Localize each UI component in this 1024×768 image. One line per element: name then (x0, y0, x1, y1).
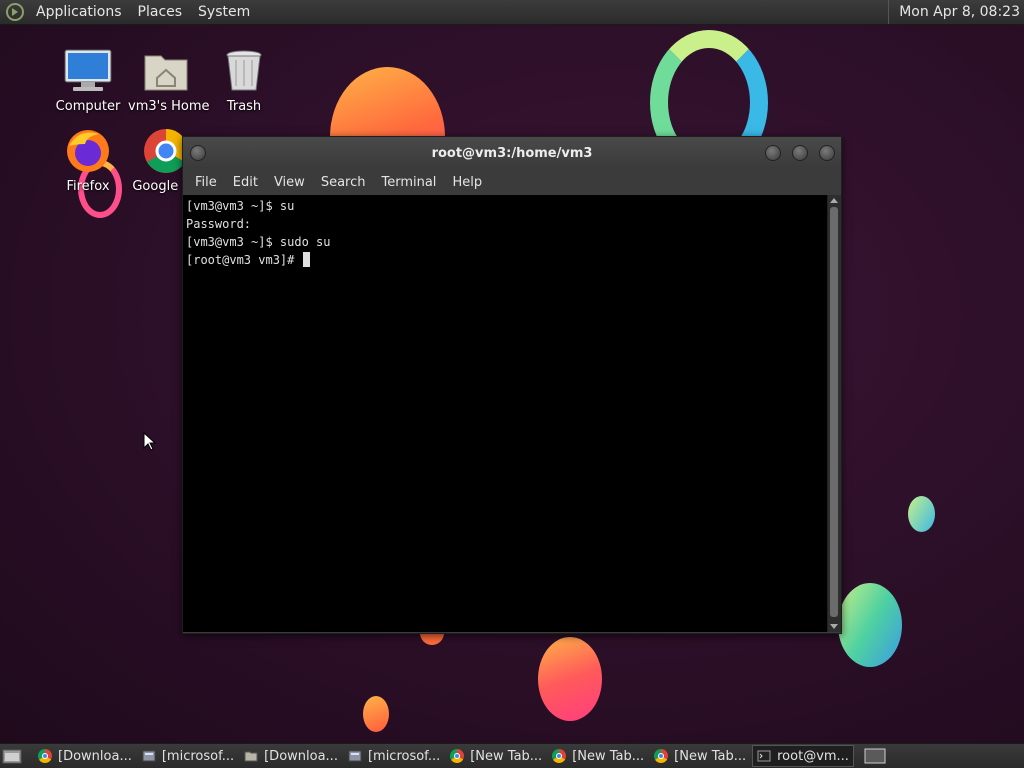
wallpaper-blob (363, 696, 389, 732)
terminal-prompt: [root@vm3 vm3]# (186, 253, 302, 267)
menu-terminal[interactable]: Terminal (373, 175, 444, 190)
distro-logo-icon[interactable] (6, 3, 24, 21)
desktop-icon-label: vm3's Home (128, 99, 210, 114)
desktop-icon-label: Trash (226, 99, 262, 114)
menu-places[interactable]: Places (130, 4, 191, 20)
file-manager-icon (348, 750, 362, 762)
taskbar-item[interactable]: [Downloa... (240, 745, 342, 767)
folder-icon (244, 751, 258, 762)
terminal-prompt-line: [root@vm3 vm3]# (186, 251, 827, 269)
taskbar-item[interactable]: [New Tab... (548, 745, 648, 767)
desktop-icon-label: Computer (55, 99, 121, 114)
chrome-icon (450, 749, 465, 763)
desktop-icon-home[interactable]: vm3's Home (128, 45, 210, 114)
desktop-icon-label: Firefox (66, 179, 110, 194)
firefox-icon (62, 125, 114, 177)
taskbar-item-label: [microsof... (367, 748, 441, 764)
menu-help[interactable]: Help (444, 175, 490, 190)
chrome-icon (38, 749, 52, 763)
file-manager-icon (142, 750, 156, 762)
taskbar-item-label: [New Tab... (572, 748, 645, 764)
chrome-icon (552, 749, 567, 763)
taskbar-item-label: [New Tab... (674, 748, 747, 764)
menu-applications[interactable]: Applications (28, 4, 130, 20)
wallpaper-blob (838, 583, 902, 667)
top-panel: Applications Places System Mon Apr 8, 08… (0, 0, 1024, 25)
terminal-icon (757, 750, 771, 762)
scrollbar-thumb[interactable] (830, 207, 838, 617)
terminal-window[interactable]: root@vm3:/home/vm3 File Edit View Search… (182, 136, 842, 634)
minimize-button[interactable] (765, 145, 781, 161)
chrome-icon (654, 749, 669, 763)
taskbar-item-label: [New Tab... (470, 748, 543, 764)
taskbar-item-label: [Downloa... (58, 748, 132, 764)
desktop-icon-trash[interactable]: Trash (206, 45, 282, 114)
computer-icon (62, 45, 114, 97)
clock[interactable]: Mon Apr 8, 08:23 (888, 0, 1024, 24)
menu-edit[interactable]: Edit (225, 175, 266, 190)
window-title: root@vm3:/home/vm3 (431, 145, 593, 161)
window-menu-button[interactable] (190, 145, 206, 161)
text-cursor (302, 252, 310, 267)
menu-system[interactable]: System (190, 4, 258, 20)
scroll-down-arrow-icon[interactable] (830, 624, 838, 629)
show-desktop-icon[interactable] (2, 747, 24, 765)
terminal-line: Password: (186, 217, 252, 231)
taskbar-item-active[interactable]: root@vm... (752, 745, 854, 767)
desktop-icon-firefox[interactable]: Firefox (50, 125, 126, 194)
menu-file[interactable]: File (187, 175, 225, 190)
workspace-switcher-icon[interactable] (864, 748, 886, 764)
mouse-pointer-icon (143, 432, 157, 451)
desktop-icon-computer[interactable]: Computer (50, 45, 126, 114)
wallpaper-blob (908, 496, 935, 532)
bottom-panel: [Downloa... [microsof... [Downloa... [mi… (0, 743, 1024, 768)
taskbar-item[interactable]: [microsof... (138, 745, 238, 767)
trash-icon (218, 45, 270, 97)
menu-view[interactable]: View (266, 175, 313, 190)
terminal-line: [vm3@vm3 ~]$ sudo su (186, 235, 331, 249)
title-bar[interactable]: root@vm3:/home/vm3 (183, 137, 841, 169)
taskbar-item[interactable]: [New Tab... (446, 745, 546, 767)
terminal-menubar: File Edit View Search Terminal Help (183, 169, 841, 195)
taskbar-item[interactable]: [Downloa... (34, 745, 136, 767)
terminal-output[interactable]: [vm3@vm3 ~]$ su Password: [vm3@vm3 ~]$ s… (183, 195, 827, 632)
taskbar-item-label: [Downloa... (264, 748, 338, 764)
taskbar-item-label: [microsof... (161, 748, 235, 764)
close-button[interactable] (819, 145, 835, 161)
wallpaper-blob (538, 637, 602, 721)
maximize-button[interactable] (792, 145, 808, 161)
taskbar-item[interactable]: [New Tab... (650, 745, 750, 767)
scroll-up-arrow-icon[interactable] (830, 198, 838, 203)
taskbar-item-label: root@vm... (777, 748, 849, 764)
taskbar-item[interactable]: [microsof... (344, 745, 444, 767)
menu-search[interactable]: Search (313, 175, 374, 190)
home-folder-icon (140, 45, 192, 97)
terminal-scrollbar[interactable] (827, 195, 841, 632)
terminal-line: [vm3@vm3 ~]$ su (186, 199, 295, 213)
